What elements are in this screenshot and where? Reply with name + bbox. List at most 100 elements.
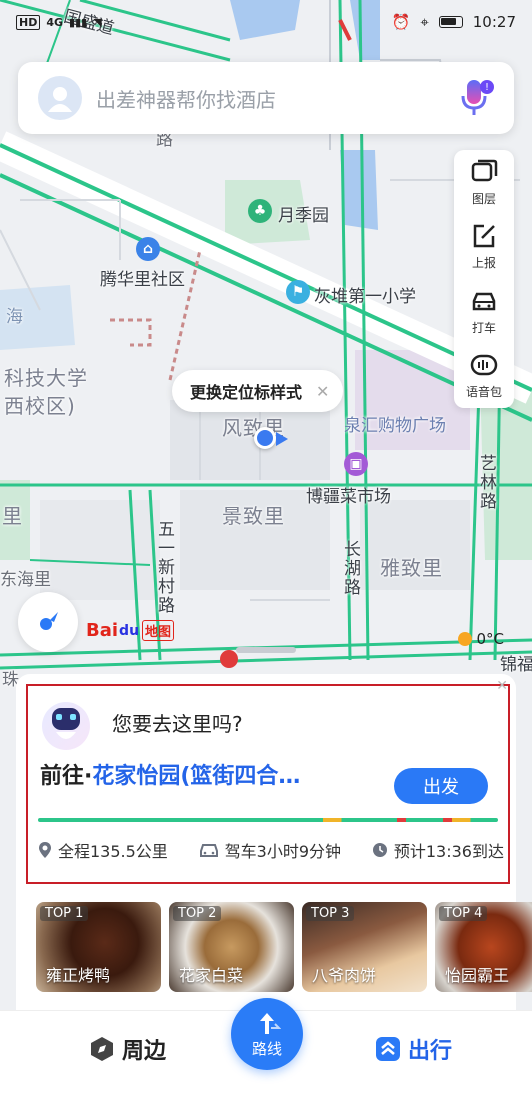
pin-icon xyxy=(39,842,51,858)
map-label-jingzhili: 景致里 xyxy=(222,504,285,528)
traffic-bar xyxy=(38,818,498,822)
food-rank-badge: TOP 3 xyxy=(306,906,355,921)
destination-prefix: 前往· xyxy=(40,764,93,789)
signal-label: 4G xyxy=(46,15,64,29)
school-icon: ⚑ xyxy=(286,280,310,304)
nav-trip-label: 出行 xyxy=(408,1039,453,1064)
map-label-donghaili: 东海里 xyxy=(0,570,51,590)
taxi-icon xyxy=(472,292,496,310)
signal-icon: ▮▮▮ xyxy=(69,15,88,29)
wifi-icon: ◥ xyxy=(93,15,102,29)
map-label-hai: 海 xyxy=(6,307,23,327)
route-arrow-icon xyxy=(260,1012,281,1034)
clock: 10:27 xyxy=(472,13,516,31)
search-input[interactable]: 出差神器帮你找酒店 xyxy=(96,84,276,113)
network-badge: HD xyxy=(16,14,41,30)
assistant-robot-icon xyxy=(42,702,90,750)
map-label-tenghuali: 腾华里社区 xyxy=(100,270,185,290)
voice-pack-icon xyxy=(470,355,498,376)
drive-time-text: 驾车3小时9分钟 xyxy=(224,842,342,861)
close-icon[interactable]: ✕ xyxy=(316,382,329,401)
tool-layers-label: 图层 xyxy=(471,191,496,206)
park-icon: ♣ xyxy=(248,199,272,223)
food-name: 怡园霸王 xyxy=(445,966,510,985)
nav-nearby[interactable]: 周边 xyxy=(88,1033,166,1065)
destination-line: 前往·花家怡园(篮街四合… xyxy=(40,758,300,790)
eta-text: 预计13:36到达 xyxy=(393,842,504,861)
tool-report-label: 上报 xyxy=(471,256,496,271)
alarm-icon: ⏰ xyxy=(391,13,411,31)
map-label-yazhili: 雅致里 xyxy=(380,556,443,580)
logo-ditu: 地图 xyxy=(142,620,175,641)
food-card[interactable]: TOP 2 花家白菜 xyxy=(169,902,294,992)
report-icon xyxy=(473,225,495,248)
location-style-tip-text: 更换定位标样式 xyxy=(190,383,303,402)
locate-button[interactable] xyxy=(18,592,78,652)
destination-name[interactable]: 花家怡园(篮街四合… xyxy=(92,764,300,789)
status-bar: HD 4G ▮▮▮ ◥ ⏰ ⌖ 10:27 xyxy=(0,0,532,44)
trip-icon xyxy=(376,1037,400,1061)
notification-dot: ! xyxy=(480,80,494,94)
route-button-label: 路线 xyxy=(251,1039,282,1058)
tool-taxi-label: 打车 xyxy=(471,320,496,335)
stat-drive-time: 驾车3小时9分钟 xyxy=(199,838,341,862)
current-location-marker xyxy=(254,427,276,449)
map-label-jinfu: 锦福 xyxy=(500,655,532,675)
go-button[interactable]: 出发 xyxy=(394,768,488,804)
battery-icon xyxy=(438,16,463,28)
destination-question: 您要去这里吗? xyxy=(112,712,243,736)
car-icon xyxy=(199,844,218,857)
baidu-map-logo: Bai du 地图 xyxy=(86,620,175,641)
map-label-yueji-park: 月季园 xyxy=(278,206,329,226)
food-ranking-list: TOP 1 雍正烤鸭 TOP 2 花家白菜 TOP 3 八爷肉饼 TOP 4 怡… xyxy=(36,902,532,992)
map-label-west-campus: 西校区) xyxy=(4,394,76,418)
metro-icon xyxy=(220,650,238,668)
sheet-close-icon[interactable]: ✕ xyxy=(496,678,508,694)
food-name: 雍正烤鸭 xyxy=(46,966,111,985)
food-card[interactable]: TOP 1 雍正烤鸭 xyxy=(36,902,161,992)
temperature: 0°C xyxy=(476,630,504,648)
avatar[interactable] xyxy=(38,76,82,120)
nav-trip[interactable]: 出行 xyxy=(374,1033,452,1065)
tool-voice-pack-label: 语音包 xyxy=(465,385,502,400)
food-rank-badge: TOP 2 xyxy=(173,906,222,921)
hexagon-compass-icon xyxy=(91,1037,113,1061)
tool-voice-pack[interactable]: 语音包 xyxy=(454,344,514,409)
food-rank-badge: TOP 1 xyxy=(40,906,89,921)
location-status-icon: ⌖ xyxy=(420,13,429,31)
sheet-drag-handle[interactable] xyxy=(236,647,296,653)
map-label-quanhui-mall: 泉汇购物广场 xyxy=(344,416,446,436)
map-label-tech-univ: 科技大学 xyxy=(4,366,88,390)
food-card[interactable]: TOP 3 八爷肉饼 xyxy=(302,902,427,992)
distance-text: 全程135.5公里 xyxy=(58,842,168,861)
map-label-yilin-road: 艺林路 xyxy=(476,454,496,511)
route-button[interactable]: 路线 xyxy=(231,998,303,1070)
logo-bai: Bai xyxy=(86,620,119,641)
community-icon: ⌂ xyxy=(136,237,160,261)
sun-icon xyxy=(458,632,473,646)
food-name: 花家白菜 xyxy=(179,966,244,985)
layers-icon xyxy=(471,159,498,181)
stat-distance: 全程135.5公里 xyxy=(38,838,168,862)
tool-report[interactable]: 上报 xyxy=(454,215,514,280)
food-name: 八爷肉饼 xyxy=(312,966,377,985)
route-stats: 全程135.5公里 驾车3小时9分钟 预计13:36到达 xyxy=(38,838,504,862)
location-style-tip[interactable]: 更换定位标样式 ✕ xyxy=(172,370,344,412)
map-label-changhu-road: 长湖路 xyxy=(340,540,360,597)
heading-arrow-icon xyxy=(276,432,288,446)
logo-du: du xyxy=(119,622,140,639)
tool-taxi[interactable]: 打车 xyxy=(454,279,514,344)
stat-eta: 预计13:36到达 xyxy=(372,838,504,862)
map-label-wuyi-road: 五一新村路 xyxy=(154,520,174,615)
map-label-market: 博疆菜市场 xyxy=(306,487,391,507)
user-icon xyxy=(48,87,72,112)
destination-card[interactable]: 您要去这里吗? 前往·花家怡园(篮街四合… 出发 全程135.5公里 驾车3小时… xyxy=(26,684,510,884)
search-bar[interactable]: 出差神器帮你找酒店 ! xyxy=(18,62,514,134)
tool-layers[interactable]: 图层 xyxy=(454,150,514,215)
market-icon: ▣ xyxy=(344,452,368,476)
weather-indicator[interactable]: 0°C xyxy=(458,630,504,648)
voice-search-button[interactable]: ! xyxy=(454,74,494,122)
food-card[interactable]: TOP 4 怡园霸王 xyxy=(435,902,532,992)
map-label-li: 里 xyxy=(2,504,23,528)
clock-icon xyxy=(372,843,387,857)
